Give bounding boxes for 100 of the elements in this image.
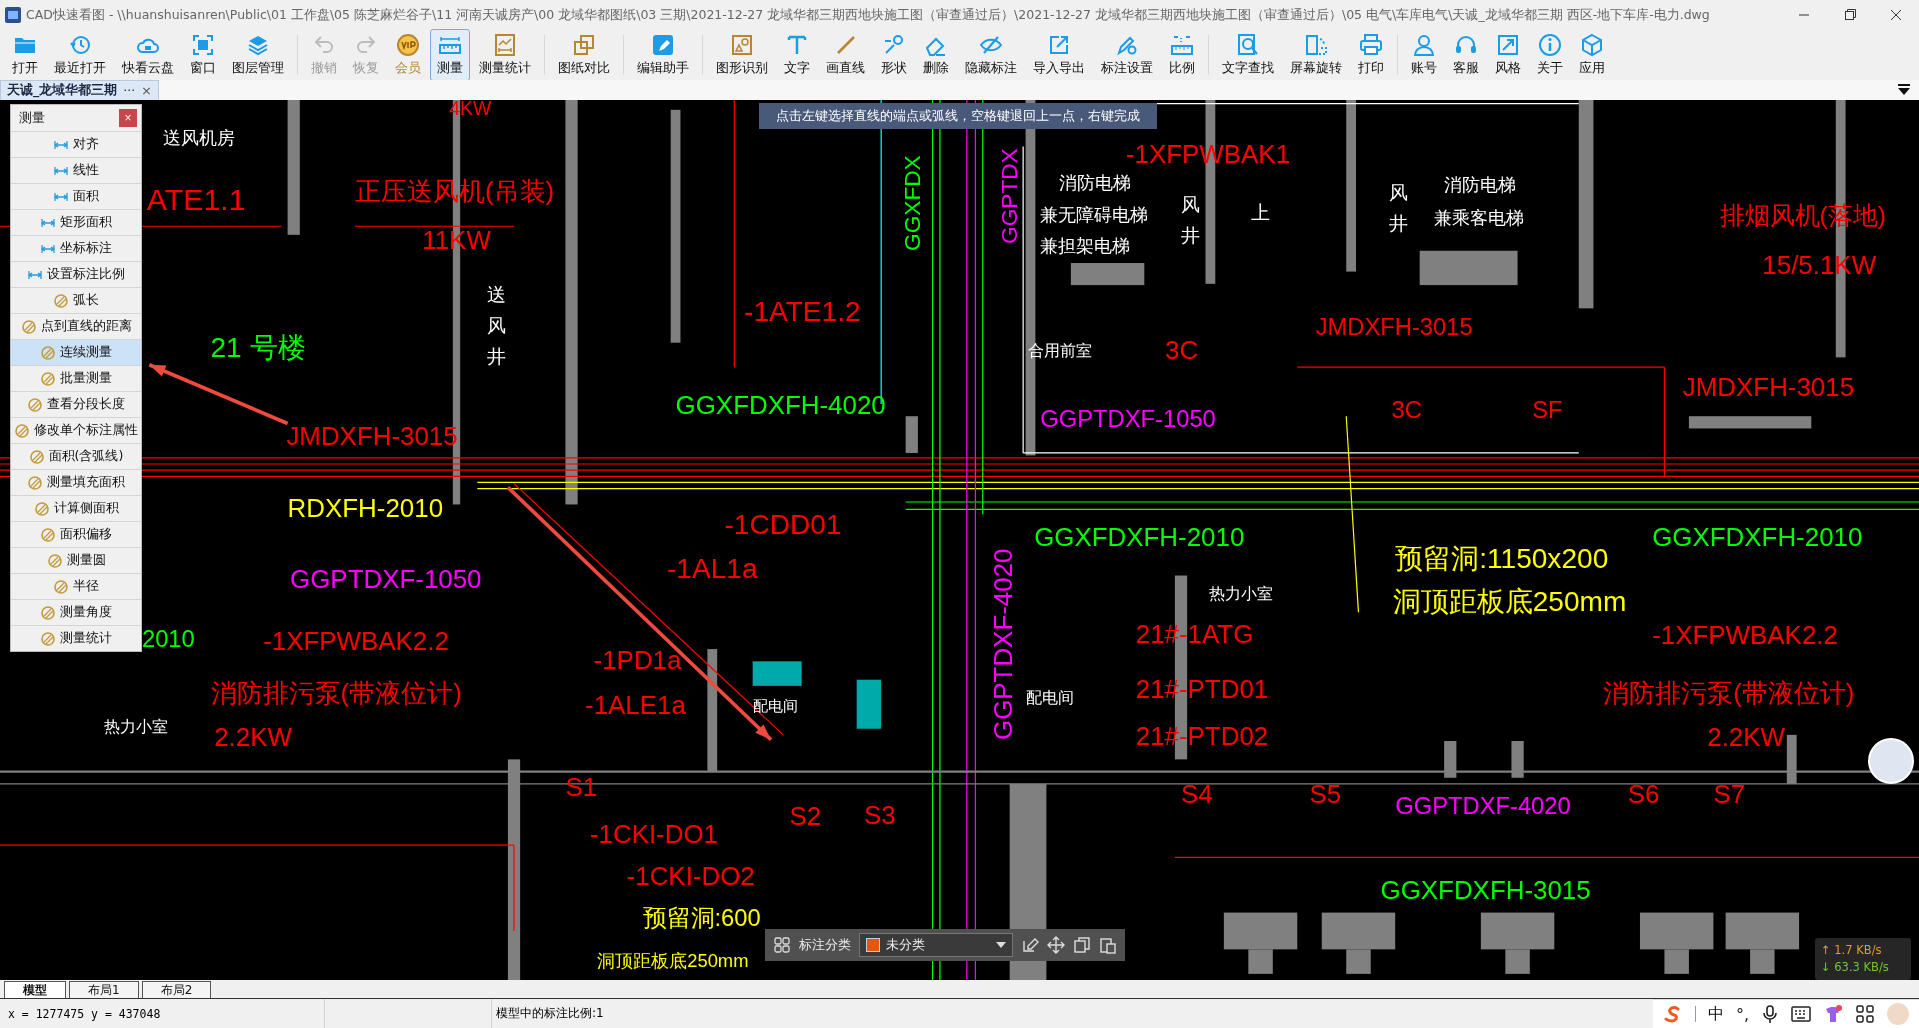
punctuation-toggle[interactable]: °, — [1735, 1004, 1749, 1024]
toolbar-button[interactable]: 应用 — [1572, 29, 1612, 81]
caret-icon — [996, 942, 1006, 948]
toolbar-button[interactable]: 最近打开 — [47, 29, 113, 81]
hatched-circle-icon — [27, 474, 43, 491]
toolbar-button[interactable]: 风格 — [1488, 29, 1528, 81]
input-method-toggle[interactable]: 中 — [1707, 1003, 1724, 1025]
drawing-label: 热力小室 — [1209, 584, 1274, 603]
toolbar-button[interactable]: 图层管理 — [225, 29, 291, 81]
grid-icon[interactable] — [1855, 1004, 1875, 1024]
hatched-circle-icon — [20, 318, 37, 335]
rotate-screen-icon — [1304, 33, 1328, 57]
shirt-icon[interactable] — [1823, 1004, 1843, 1024]
drawing-label: 送风井 — [487, 281, 507, 369]
drawing-label: S7 — [1713, 780, 1746, 809]
assistant-avatar[interactable] — [1868, 738, 1914, 784]
layout-tab[interactable]: 模型 — [4, 981, 66, 998]
drawing-label: 洞顶距板底250mm — [597, 950, 749, 971]
drawing-label: 兼担架电梯 — [1040, 235, 1131, 257]
drawing-label: -1ALE1a — [585, 691, 686, 720]
toolbar-button[interactable]: 账号 — [1404, 29, 1444, 81]
toolbar-button[interactable]: 形状 — [874, 29, 914, 81]
cursor-coordinates: x = 1277475 y = 437048 — [7, 1006, 162, 1021]
drawing-label: 15/5.1KW — [1762, 250, 1877, 280]
drawing-label: 配电间 — [1025, 688, 1074, 707]
toolbar-button[interactable]: 图形识别 — [709, 29, 775, 81]
drawing-label: 3C — [1165, 336, 1199, 365]
chart-icon — [493, 33, 517, 57]
microphone-icon[interactable] — [1761, 1004, 1779, 1024]
person-icon — [1412, 33, 1436, 57]
drawing-label: GGXFDXFH-3015 — [1380, 875, 1591, 905]
category-value: 未分类 — [886, 936, 926, 954]
drawing-label: 兼乘客电梯 — [1434, 207, 1525, 228]
close-button[interactable]: × — [141, 82, 152, 98]
toolbar-button[interactable]: 打印 — [1351, 29, 1391, 81]
clock-icon — [68, 33, 92, 57]
drawing-label: -1CKI-DO1 — [589, 819, 718, 849]
drawing-label: GGPTDX — [997, 148, 1023, 245]
measure-tool-item[interactable]: 连续测量 — [11, 339, 141, 365]
toolbar-button[interactable]: 文字查找 — [1215, 29, 1281, 81]
move-icon[interactable] — [1047, 936, 1065, 954]
layout-tab[interactable]: 布局2 — [141, 981, 212, 998]
edit-icon[interactable] — [1021, 936, 1039, 954]
toolbar-button[interactable]: 画直线 — [819, 29, 872, 81]
shapes-icon — [730, 33, 754, 57]
drawing-label: -1CDD01 — [724, 510, 842, 541]
drawing-label: GGXFDXFH-4020 — [675, 391, 886, 420]
drawing-label: 2.2KW — [214, 722, 292, 752]
category-dropdown[interactable]: 未分类 — [859, 933, 1013, 957]
toolbar-button[interactable]: 测量统计 — [472, 29, 538, 81]
toolbar-button[interactable]: 客服 — [1446, 29, 1486, 81]
drawing-label: 2010 — [141, 626, 195, 653]
document-tab[interactable]: 天诚_龙域华都三期 ··· × — [0, 79, 159, 101]
drawing-label: GGPTDXF-1050 — [1040, 405, 1216, 433]
drawing-label: 配电间 — [752, 698, 798, 716]
keyboard-icon[interactable] — [1791, 1005, 1811, 1023]
drawing-label: S6 — [1627, 780, 1660, 809]
drawing-label: -1XFPWBAK2.2 — [1652, 621, 1838, 650]
toolbar-button[interactable]: 标注设置 — [1094, 29, 1160, 81]
hatched-circle-icon — [40, 370, 56, 387]
toolbar-button[interactable]: 导入导出 — [1026, 29, 1092, 81]
toolbar-button[interactable]: 快看云盘 — [115, 29, 181, 81]
copy-icon — [572, 33, 596, 57]
drawing-label: 洞顶距板底250mm — [1392, 587, 1627, 618]
toolbar-button[interactable]: 文字 — [777, 29, 817, 81]
toolbar-button[interactable]: 比例 — [1162, 29, 1202, 81]
drawing-label: S2 — [789, 802, 822, 831]
paste-icon[interactable] — [1099, 936, 1117, 954]
toolbar-button[interactable]: 删除 — [916, 29, 956, 81]
drawing-label: 热力小室 — [104, 718, 168, 736]
drawing-label: GGPTDXF-1050 — [290, 565, 482, 594]
close-button[interactable]: × — [119, 109, 137, 127]
more-button[interactable]: ··· — [123, 82, 136, 98]
drawing-label: RDXFH-2010 — [287, 494, 444, 523]
toolbar-button[interactable]: 隐藏标注 — [958, 29, 1024, 81]
layout-tab[interactable]: 布局1 — [69, 981, 139, 998]
printer-icon — [1359, 33, 1383, 57]
drawing-label: 21 号楼 — [210, 332, 306, 364]
dropdown-icon[interactable] — [1897, 84, 1911, 96]
toolbar-button[interactable]: 测量 — [430, 29, 470, 81]
export-icon — [1047, 33, 1071, 57]
hatched-circle-icon — [40, 344, 56, 361]
window-icon — [191, 33, 215, 57]
copy-icon[interactable] — [1073, 936, 1091, 954]
drawing-label: GGXFDX — [899, 154, 925, 251]
grid-icon[interactable] — [773, 936, 791, 954]
toolbar-button[interactable]: 图纸对比 — [551, 29, 617, 81]
toolbar-button[interactable]: 窗口 — [183, 29, 223, 81]
drawing-label: -1ATE1.2 — [744, 297, 861, 328]
drawing-label: 3C — [1391, 397, 1422, 424]
hatched-circle-icon — [53, 578, 69, 595]
toolbar-button[interactable]: 关于 — [1530, 29, 1570, 81]
drawing-label: GGXFDXFH-2010 — [1034, 523, 1245, 552]
drawing-label: GGXFDXFH-2010 — [1652, 523, 1863, 552]
drawing-label: S1 — [565, 773, 598, 802]
drawing-label: 兼无障碍电梯 — [1040, 205, 1149, 226]
upload-speed: ↑ 1.7 KB/s — [1821, 942, 1883, 959]
cube-icon — [1580, 33, 1604, 57]
toolbar-button[interactable]: 屏幕旋转 — [1283, 29, 1349, 81]
drawing-label: 4KW — [449, 100, 492, 119]
